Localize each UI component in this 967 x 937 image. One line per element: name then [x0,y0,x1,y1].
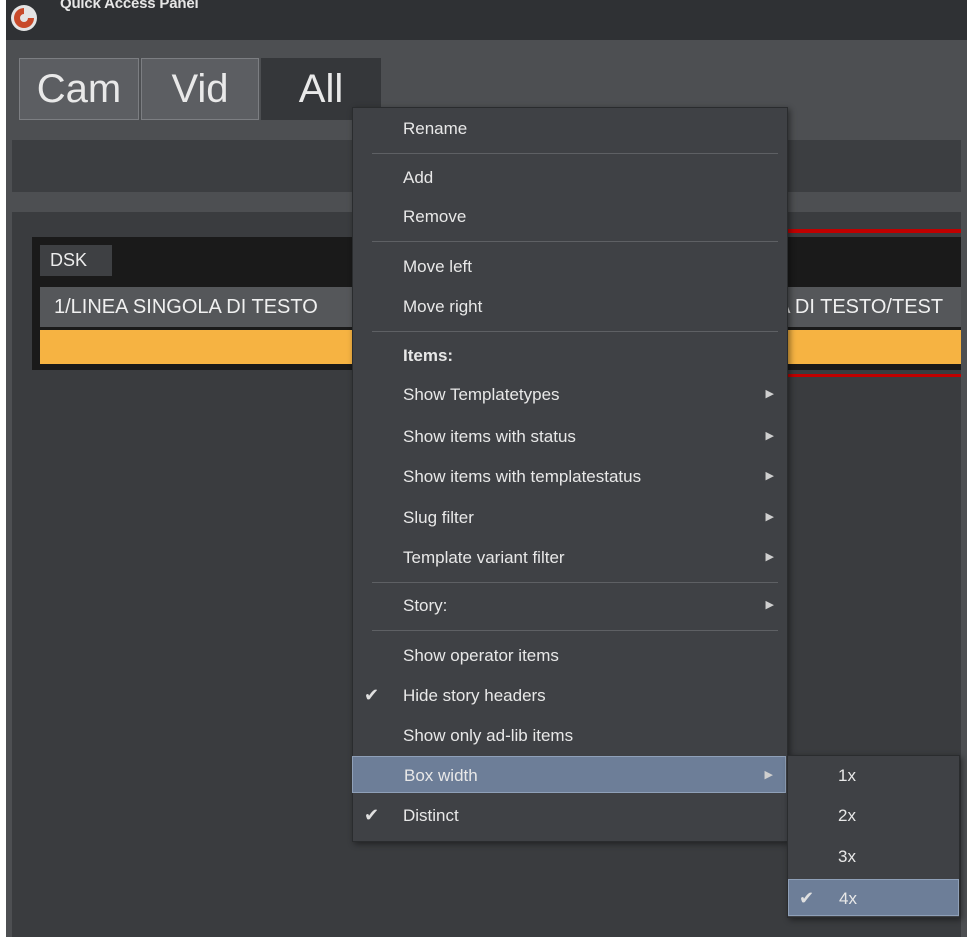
menu-item-move-left[interactable]: Move left [352,248,786,285]
menu-item-label: Show Templatetypes [403,385,560,404]
submenu-arrow-icon: ▶ [764,769,773,781]
menu-item-label: Add [403,168,434,187]
menu-separator [372,153,778,154]
item-border-top [784,229,961,233]
item-title-row-continued: LA DI TESTO/TEST [766,296,944,318]
menu-item-label: Show items with templatestatus [403,467,642,486]
menu-separator [372,582,778,583]
menu-section-label: Items: [403,346,454,365]
item-category-label: DSK [40,245,112,276]
menu-item-label: Move right [403,297,483,316]
menu-item-label: Move left [403,257,472,276]
submenu-item-label: 4x [839,889,857,908]
submenu-arrow-icon: ▶ [765,388,774,400]
menu-separator [372,630,778,631]
menu-item-distinct[interactable]: ✔ Distinct [352,797,786,834]
menu-item-remove[interactable]: Remove [352,198,786,235]
submenu-item-2x[interactable]: 2x [788,797,959,834]
menu-item-label: Template variant filter [403,548,565,567]
menu-item-template-variant-filter[interactable]: Template variant filter ▶ [352,539,786,576]
item-border-bottom [784,374,961,377]
menu-item-add[interactable]: Add [352,159,786,196]
menu-item-label: Story: [403,596,448,615]
menu-item-label: Rename [403,119,468,138]
menu-item-show-items-with-status[interactable]: Show items with status ▶ [352,418,786,455]
tab-label: Cam [36,66,122,111]
submenu-arrow-icon: ▶ [765,470,774,482]
menu-item-label: Show only ad-lib items [403,726,574,745]
menu-item-move-right[interactable]: Move right [352,288,786,325]
menu-item-label: Box width [404,766,478,785]
window-title: Quick Access Panel [60,0,199,12]
menu-separator [372,241,778,242]
submenu-item-4x[interactable]: ✔ 4x [788,879,959,916]
menu-item-story[interactable]: Story: ▶ [352,587,786,624]
app-logo-icon [11,5,37,31]
menu-separator [372,331,778,332]
submenu-item-label: 1x [838,766,856,785]
checkmark-icon: ✔ [364,685,380,705]
menu-item-label: Hide story headers [403,686,546,705]
menu-item-label: Slug filter [403,508,474,527]
tab-label: Vid [171,66,229,111]
title-bar: Quick Access Panel [6,0,967,40]
menu-item-show-items-with-templatestatus[interactable]: Show items with templatestatus ▶ [352,458,786,495]
menu-section-items: Items: [352,337,786,374]
checkmark-icon: ✔ [364,805,380,825]
menu-item-rename[interactable]: Rename [352,110,786,147]
menu-item-label: Remove [403,207,467,226]
submenu-item-1x[interactable]: 1x [788,757,959,794]
menu-item-label: Distinct [403,806,459,825]
menu-item-show-templatetypes[interactable]: Show Templatetypes ▶ [352,376,786,413]
menu-item-hide-story-headers[interactable]: ✔ Hide story headers [352,677,786,714]
menu-item-box-width[interactable]: Box width ▶ [352,756,786,793]
submenu-item-label: 2x [838,806,856,825]
submenu-item-label: 3x [838,847,856,866]
submenu-item-3x[interactable]: 3x [788,838,959,875]
checkmark-icon: ✔ [799,888,815,908]
menu-item-show-only-ad-lib-items[interactable]: Show only ad-lib items [352,717,786,754]
menu-item-slug-filter[interactable]: Slug filter ▶ [352,499,786,536]
submenu-arrow-icon: ▶ [765,511,774,523]
tab-cam[interactable]: Cam [19,58,139,120]
menu-item-label: Show operator items [403,646,559,665]
tab-vid[interactable]: Vid [141,58,259,120]
menu-item-label: Show items with status [403,427,576,446]
menu-item-show-operator-items[interactable]: Show operator items [352,637,786,674]
submenu-arrow-icon: ▶ [765,599,774,611]
submenu-arrow-icon: ▶ [765,430,774,442]
tab-label: All [298,66,344,111]
submenu-arrow-icon: ▶ [765,551,774,563]
